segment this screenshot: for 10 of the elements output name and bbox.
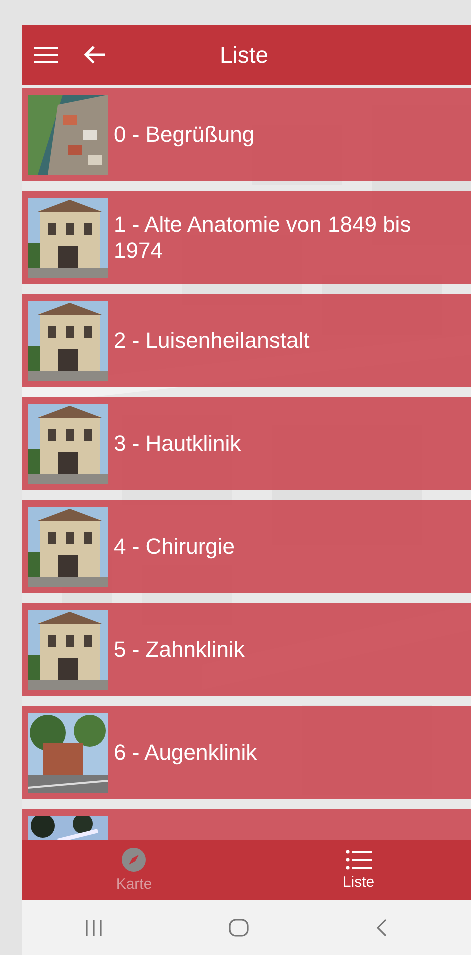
- menu-icon[interactable]: [34, 46, 58, 64]
- screen-title: Liste: [220, 40, 269, 70]
- compass-icon: [121, 847, 148, 873]
- nav-tab[interactable]: Liste: [246, 840, 471, 900]
- back-icon[interactable]: [374, 918, 389, 938]
- home-icon[interactable]: [228, 918, 250, 938]
- back-arrow-icon[interactable]: [84, 45, 106, 65]
- list-icon: [346, 849, 372, 871]
- nav-tab[interactable]: Karte: [22, 840, 246, 900]
- recent-apps-icon[interactable]: [84, 918, 104, 936]
